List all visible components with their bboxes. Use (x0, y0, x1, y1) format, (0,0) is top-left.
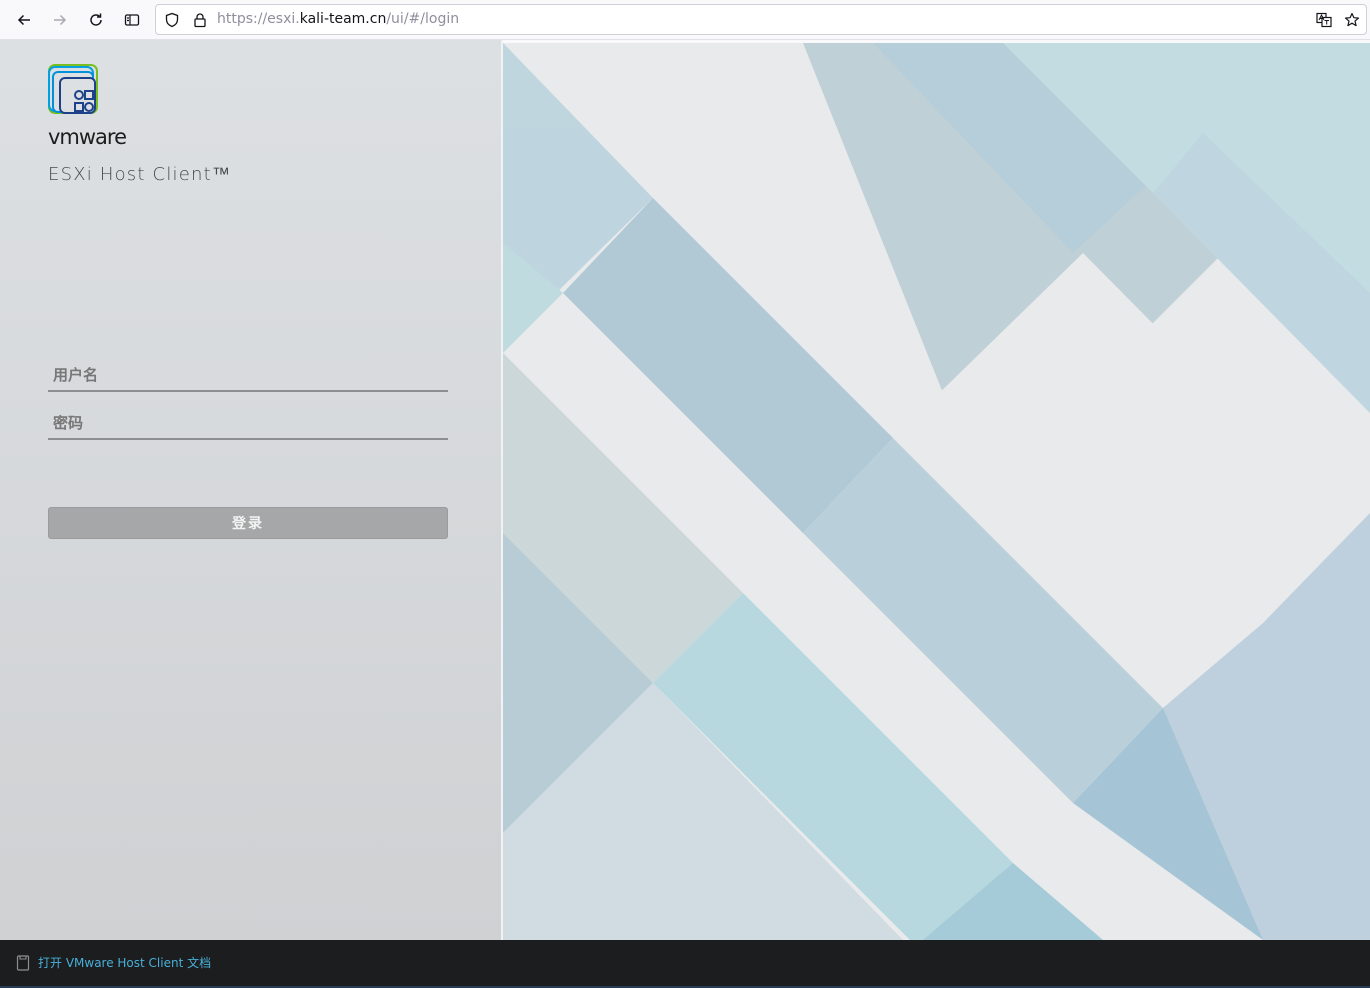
password-input[interactable] (48, 408, 448, 440)
product-title: ESXi Host Client™ (48, 164, 232, 185)
documentation-link[interactable]: 打开 VMware Host Client 文档 (16, 954, 211, 971)
reload-button[interactable] (84, 8, 108, 32)
username-input[interactable] (48, 360, 448, 392)
login-panel: vmware ESXi Host Client™ 登录 (0, 40, 501, 940)
url-text[interactable]: https://esxi.kali-team.cn/ui/#/login (217, 11, 459, 27)
star-icon[interactable] (1344, 12, 1360, 28)
browser-toolbar: https://esxi.kali-team.cn/ui/#/login (0, 0, 1370, 40)
login-button[interactable]: 登录 (48, 507, 448, 539)
reload-icon (90, 13, 102, 26)
reader-view-button[interactable] (120, 8, 144, 32)
arrow-left-icon (17, 14, 30, 26)
arrow-right-icon (54, 14, 67, 26)
back-button[interactable] (12, 8, 36, 32)
translate-icon[interactable] (1316, 12, 1332, 28)
footer-bar: 打开 VMware Host Client 文档 (0, 940, 1370, 988)
documentation-link-label: 打开 VMware Host Client 文档 (38, 956, 212, 970)
shield-icon[interactable] (164, 12, 180, 28)
address-bar[interactable]: https://esxi.kali-team.cn/ui/#/login (155, 4, 1367, 35)
lock-icon[interactable] (192, 12, 208, 28)
forward-button[interactable] (48, 8, 72, 32)
vmware-wordmark: vmware (48, 125, 127, 149)
sidebar-icon (124, 14, 140, 26)
document-icon (16, 954, 30, 971)
vmware-logo-icon (48, 64, 98, 114)
background-pattern (503, 43, 1370, 940)
